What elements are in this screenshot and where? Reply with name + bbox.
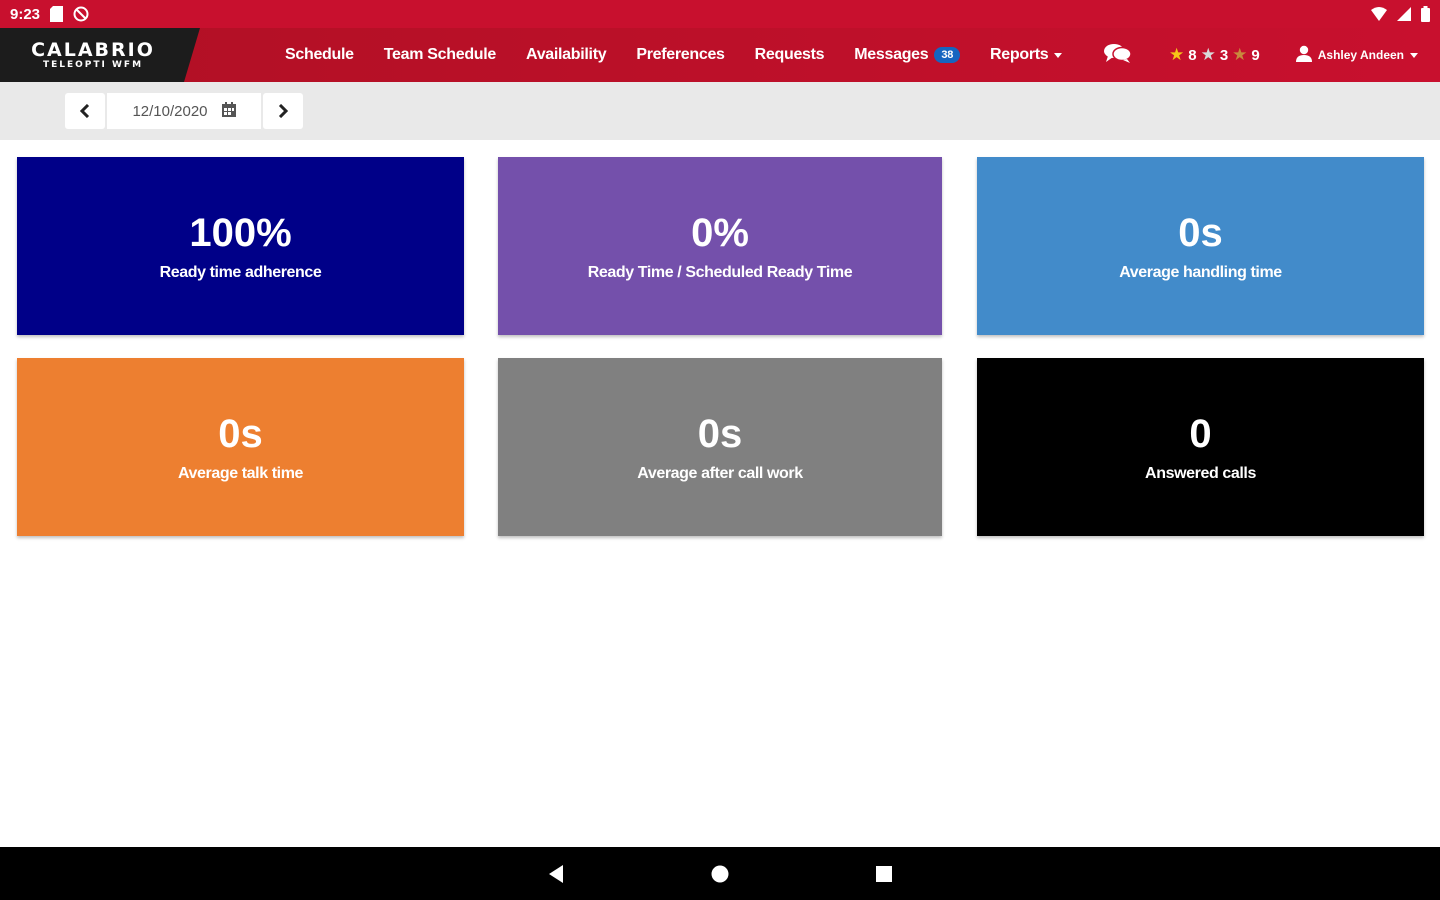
tile-label: Ready time adherence bbox=[159, 264, 322, 281]
user-name: Ashley Andeen bbox=[1317, 48, 1404, 62]
nav-item-label: Preferences bbox=[636, 46, 725, 63]
brand-name: CALABRIO bbox=[31, 38, 155, 61]
tile-value: 0% bbox=[691, 211, 749, 255]
tile-label: Answered calls bbox=[1145, 465, 1256, 482]
tile-average-handling-time: 0s Average handling time bbox=[977, 157, 1424, 335]
nav-item-schedule[interactable]: Schedule bbox=[270, 28, 369, 82]
blocked-icon bbox=[73, 6, 89, 22]
status-left: 9:23 bbox=[10, 6, 89, 23]
date-picker-group: 12/10/2020 bbox=[65, 93, 303, 129]
tile-label: Average after call work bbox=[637, 465, 803, 482]
recents-button[interactable] bbox=[875, 865, 893, 883]
brand-subtitle: TELEOPTI WFM bbox=[42, 59, 144, 70]
home-circle-icon bbox=[711, 865, 729, 882]
calendar-icon[interactable] bbox=[221, 101, 236, 121]
nav-item-label: Team Schedule bbox=[383, 46, 497, 63]
nav-item-label: Schedule bbox=[285, 46, 354, 63]
achievement-badges[interactable]: ★ 8 ★ 3 ★ 9 bbox=[1169, 45, 1260, 65]
caret-down-icon bbox=[1410, 52, 1418, 58]
tile-label: Ready Time / Scheduled Ready Time bbox=[587, 264, 853, 281]
tile-answered-calls: 0 Answered calls bbox=[977, 358, 1424, 536]
sd-card-icon bbox=[50, 6, 64, 22]
tile-average-after-call-work: 0s Average after call work bbox=[498, 358, 942, 536]
nav-item-preferences[interactable]: Preferences bbox=[621, 28, 739, 82]
wifi-icon bbox=[1371, 7, 1387, 21]
brand-logo[interactable]: CALABRIO TELEOPTI WFM bbox=[0, 28, 200, 82]
nav-menu: Schedule Team Schedule Availability Pref… bbox=[270, 28, 1077, 82]
tile-value: 0s bbox=[218, 412, 263, 456]
top-navbar: CALABRIO TELEOPTI WFM Schedule Team Sche… bbox=[0, 28, 1440, 82]
android-nav-bar bbox=[0, 847, 1440, 900]
user-menu[interactable]: Ashley Andeen bbox=[1295, 45, 1418, 65]
status-time: 9:23 bbox=[10, 5, 41, 23]
caret-down-icon bbox=[1054, 52, 1063, 58]
tile-label: Average handling time bbox=[1119, 264, 1282, 281]
tile-label: Average talk time bbox=[177, 465, 304, 482]
nav-item-requests[interactable]: Requests bbox=[740, 28, 840, 82]
bronze-star-icon: ★ bbox=[1232, 45, 1248, 64]
tile-value: 0 bbox=[1189, 412, 1212, 456]
tile-value: 0s bbox=[697, 412, 743, 456]
silver-count: 3 bbox=[1219, 46, 1229, 64]
nav-right: ★ 8 ★ 3 ★ 9 Ashley Andeen bbox=[1103, 28, 1418, 82]
android-status-bar: 9:23 bbox=[0, 0, 1440, 28]
gold-star-icon: ★ bbox=[1168, 45, 1185, 64]
date-field[interactable]: 12/10/2020 bbox=[107, 93, 261, 129]
tile-value: 100% bbox=[189, 211, 292, 255]
tile-ready-time-adherence: 100% Ready time adherence bbox=[17, 157, 464, 335]
bronze-count: 9 bbox=[1251, 46, 1260, 64]
nav-item-label: Messages bbox=[854, 46, 929, 63]
gold-count: 8 bbox=[1188, 46, 1197, 64]
recents-square-icon bbox=[876, 865, 892, 882]
home-button[interactable] bbox=[710, 864, 730, 884]
next-day-button[interactable] bbox=[263, 93, 303, 129]
messages-count-badge: 38 bbox=[934, 47, 961, 63]
back-button[interactable] bbox=[547, 864, 565, 884]
tile-ready-vs-scheduled: 0% Ready Time / Scheduled Ready Time bbox=[498, 157, 942, 335]
chat-bubbles-icon[interactable] bbox=[1103, 42, 1133, 69]
silver-star-icon: ★ bbox=[1200, 45, 1216, 64]
nav-item-team-schedule[interactable]: Team Schedule bbox=[369, 28, 511, 82]
chevron-left-icon bbox=[80, 104, 90, 118]
tile-average-talk-time: 0s Average talk time bbox=[17, 358, 464, 536]
date-value: 12/10/2020 bbox=[132, 102, 208, 120]
nav-item-messages[interactable]: Messages 38 bbox=[839, 28, 975, 82]
signal-icon bbox=[1397, 7, 1411, 21]
nav-item-availability[interactable]: Availability bbox=[511, 28, 621, 82]
battery-icon bbox=[1421, 6, 1430, 22]
status-right bbox=[1371, 6, 1430, 22]
user-icon bbox=[1295, 45, 1312, 65]
nav-item-label: Availability bbox=[526, 46, 607, 63]
tile-value: 0s bbox=[1178, 211, 1223, 255]
chevron-right-icon bbox=[278, 104, 288, 118]
previous-day-button[interactable] bbox=[65, 93, 105, 129]
date-toolbar: 12/10/2020 bbox=[0, 82, 1440, 140]
nav-item-reports[interactable]: Reports bbox=[975, 28, 1077, 82]
nav-item-label: Reports bbox=[990, 46, 1049, 63]
back-triangle-icon bbox=[549, 864, 563, 883]
nav-item-label: Requests bbox=[754, 46, 825, 63]
